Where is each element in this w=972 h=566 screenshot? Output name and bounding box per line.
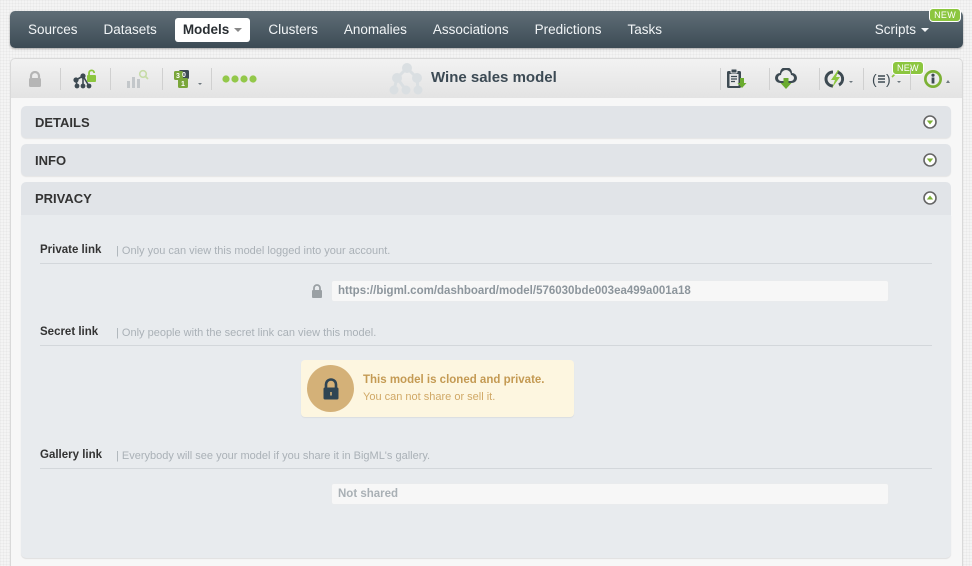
secret-link-label: Secret link	[40, 326, 99, 338]
private-link-description: | Only you can view this model logged in…	[116, 245, 391, 257]
divider	[40, 468, 932, 469]
lock-icon[interactable]	[25, 59, 45, 99]
model-tree-icon	[389, 62, 425, 101]
divider	[40, 263, 932, 264]
toolbar-divider	[863, 68, 864, 90]
toolbar-divider	[110, 68, 111, 90]
section-privacy[interactable]: PRIVACY	[21, 182, 951, 215]
toolbar-divider	[819, 68, 820, 90]
top-nav: Sources Datasets Models Clusters Anomali…	[10, 8, 963, 48]
info-icon[interactable]	[923, 59, 957, 99]
caret-down-icon	[921, 28, 929, 33]
new-badge: NEW	[929, 8, 961, 22]
private-link-field[interactable]: https://bigml.com/dashboard/model/576030…	[331, 280, 889, 302]
section-privacy-title: PRIVACY	[35, 191, 92, 206]
nav-tasks[interactable]: Tasks	[619, 18, 670, 41]
warning-title: This model is cloned and private.	[363, 374, 545, 386]
divider	[40, 345, 932, 346]
warning-subtitle: You can not share or sell it.	[363, 391, 496, 403]
nav-models[interactable]: Models	[174, 17, 251, 42]
batch-numbers-icon[interactable]: 30 1	[173, 59, 207, 99]
model-toolbar: 30 1 Wine sales model () NEW	[10, 58, 963, 98]
toolbar-divider	[162, 68, 163, 90]
nav-anomalies[interactable]: Anomalies	[336, 18, 415, 41]
toolbar-divider	[60, 68, 61, 90]
secret-link-description: | Only people with the secret link can v…	[116, 327, 377, 339]
section-details[interactable]: DETAILS	[21, 106, 951, 138]
nav-datasets[interactable]: Datasets	[96, 18, 165, 41]
toolbar-divider	[720, 68, 721, 90]
nav-models-label: Models	[182, 22, 230, 37]
svg-text:1: 1	[181, 81, 185, 88]
progress-dots-icon	[221, 59, 261, 99]
new-badge: NEW	[892, 61, 924, 75]
nav-clusters[interactable]: Clusters	[260, 18, 326, 41]
expand-icon[interactable]	[923, 115, 937, 129]
lock-icon	[311, 284, 323, 303]
nav-scripts[interactable]: Scripts	[867, 18, 937, 41]
clipboard-download-icon[interactable]	[723, 59, 749, 99]
private-link-label: Private link	[40, 244, 102, 256]
privacy-panel: Private link | Only you can view this mo…	[21, 215, 951, 558]
expand-icon[interactable]	[923, 153, 937, 167]
toolbar-divider	[211, 68, 212, 90]
model-title: Wine sales model	[431, 69, 557, 86]
collapse-icon[interactable]	[923, 191, 937, 205]
nav-predictions[interactable]: Predictions	[527, 18, 610, 41]
svg-text:3: 3	[176, 73, 180, 80]
gallery-link-label: Gallery link	[40, 449, 103, 461]
bar-chart-search-icon[interactable]	[123, 59, 151, 99]
tree-unlock-icon[interactable]	[71, 59, 99, 99]
svg-text:): )	[886, 71, 891, 87]
section-info-title: INFO	[35, 153, 67, 168]
svg-text:0: 0	[182, 72, 186, 79]
toolbar-divider	[910, 68, 911, 90]
gallery-link-description: | Everybody will see your model if you s…	[116, 450, 431, 462]
nav-associations[interactable]: Associations	[425, 18, 517, 41]
lightning-cycle-icon[interactable]	[823, 59, 859, 99]
gallery-link-field[interactable]: Not shared	[331, 483, 889, 505]
cloned-private-warning: This model is cloned and private. You ca…	[301, 360, 574, 417]
cloud-download-icon[interactable]	[773, 59, 799, 99]
section-details-title: DETAILS	[35, 115, 90, 130]
toolbar-divider	[769, 68, 770, 90]
nav-scripts-label: Scripts	[874, 22, 916, 37]
svg-text:(: (	[872, 71, 877, 87]
nav-sources[interactable]: Sources	[20, 18, 86, 41]
caret-down-icon	[234, 27, 243, 32]
section-info[interactable]: INFO	[21, 144, 951, 176]
lock-icon	[307, 365, 354, 412]
